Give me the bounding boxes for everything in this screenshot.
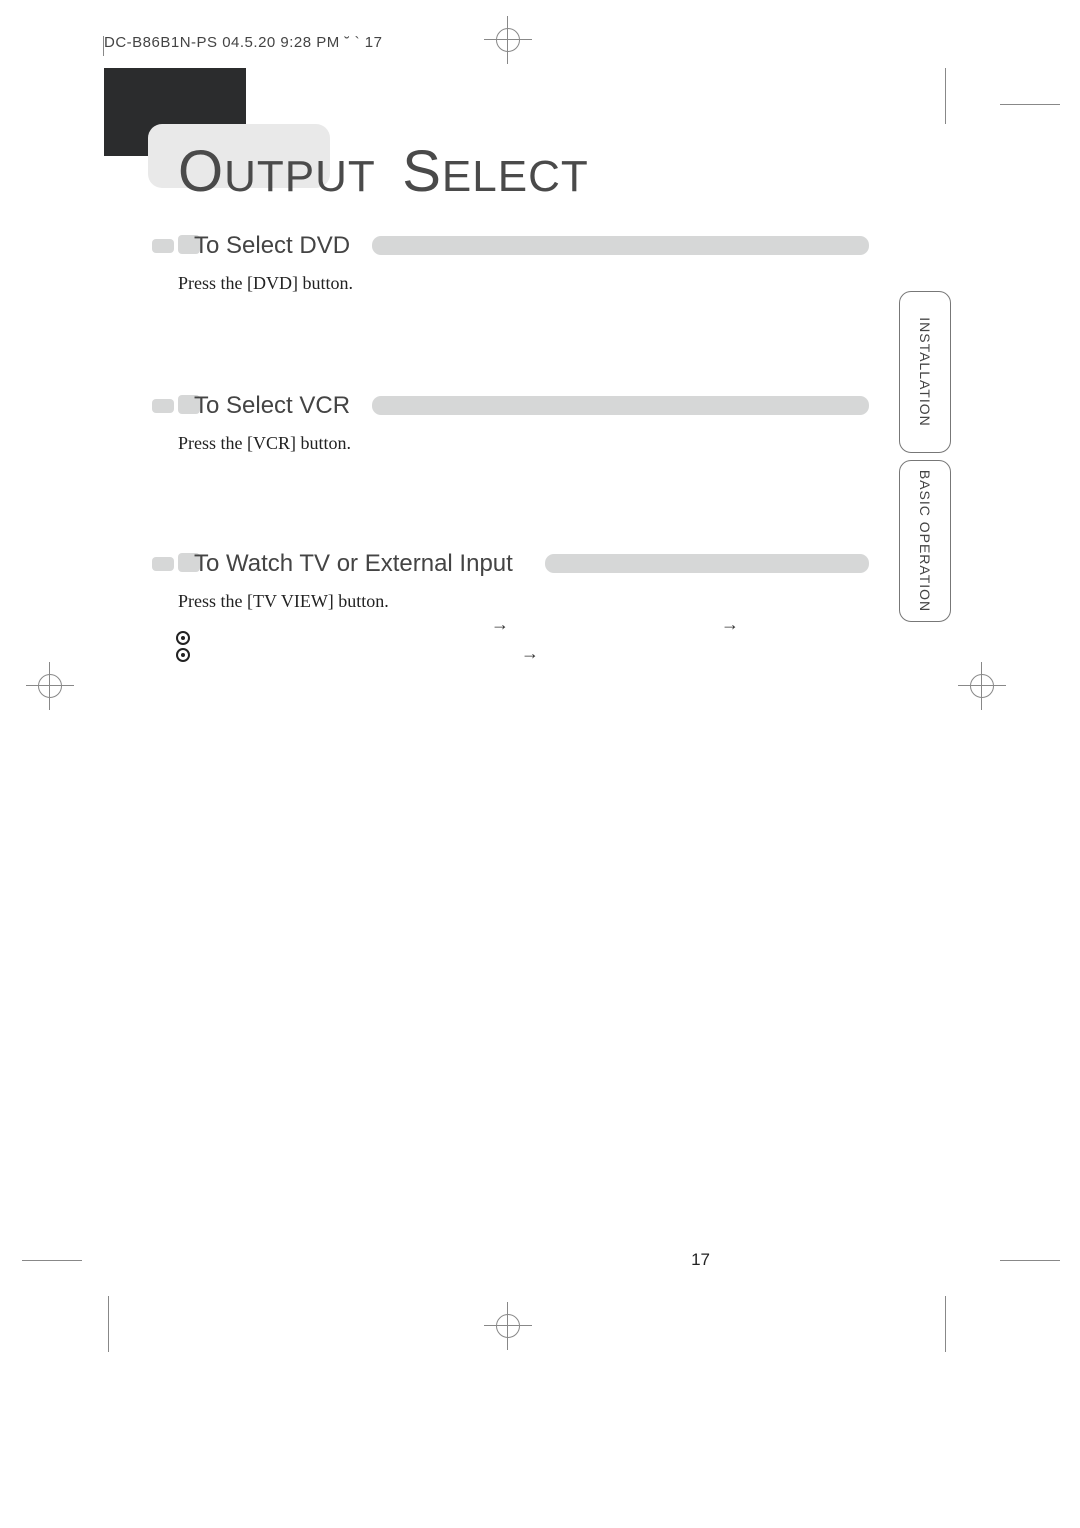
- title-w1-rest: UTPUT: [224, 152, 376, 201]
- crop-rule-br-v: [945, 1296, 946, 1352]
- registration-mark-top: [490, 22, 526, 58]
- arrow-3: →: [521, 643, 539, 664]
- section-bar-1: [372, 236, 869, 255]
- registration-mark-right: [964, 668, 1000, 704]
- section-body-3: Press the [TV VIEW] button.: [178, 591, 389, 612]
- section-body-1: Press the [DVD] button.: [178, 273, 353, 294]
- registration-mark-left: [32, 668, 68, 704]
- print-slug: DC-B86B1N-PS 04.5.20 9:28 PM ˘ ` 17: [104, 34, 382, 51]
- arrow-1: →: [491, 614, 509, 635]
- registration-mark-bottom: [490, 1308, 526, 1344]
- arrow-2: →: [721, 614, 739, 635]
- crop-rule-bl-v: [108, 1296, 109, 1352]
- crop-rule-top-far-right: [1000, 104, 1060, 105]
- section-bullet-2: [152, 399, 174, 413]
- page-number: 17: [691, 1250, 710, 1270]
- title-w2-rest: ELECT: [442, 152, 589, 201]
- section-bar-3: [545, 554, 869, 573]
- side-tab-basic-operation-label: BASIC OPERATION: [917, 470, 933, 612]
- title-w1-cap: O: [178, 139, 224, 204]
- section-heading-1: To Select DVD: [194, 232, 350, 260]
- section-body-2: Press the [VCR] button.: [178, 433, 351, 454]
- title-w2-cap: S: [402, 139, 442, 204]
- page-title: OUTPUT SELECT: [178, 138, 589, 205]
- section-bar-2: [372, 396, 869, 415]
- section-heading-3: To Watch TV or External Input: [194, 550, 513, 578]
- section-bullet-1: [152, 239, 174, 253]
- bullet-circle-1: [176, 631, 190, 645]
- crop-rule-br-h: [1000, 1260, 1060, 1261]
- crop-rule-top-right: [945, 68, 946, 124]
- side-tab-basic-operation: BASIC OPERATION: [899, 460, 951, 622]
- bullet-circle-2: [176, 648, 190, 662]
- section-bullet-3: [152, 557, 174, 571]
- side-tab-installation: INSTALLATION: [899, 291, 951, 453]
- section-heading-2: To Select VCR: [194, 392, 350, 420]
- side-tab-installation-label: INSTALLATION: [917, 317, 933, 427]
- crop-rule-bl-h: [22, 1260, 82, 1261]
